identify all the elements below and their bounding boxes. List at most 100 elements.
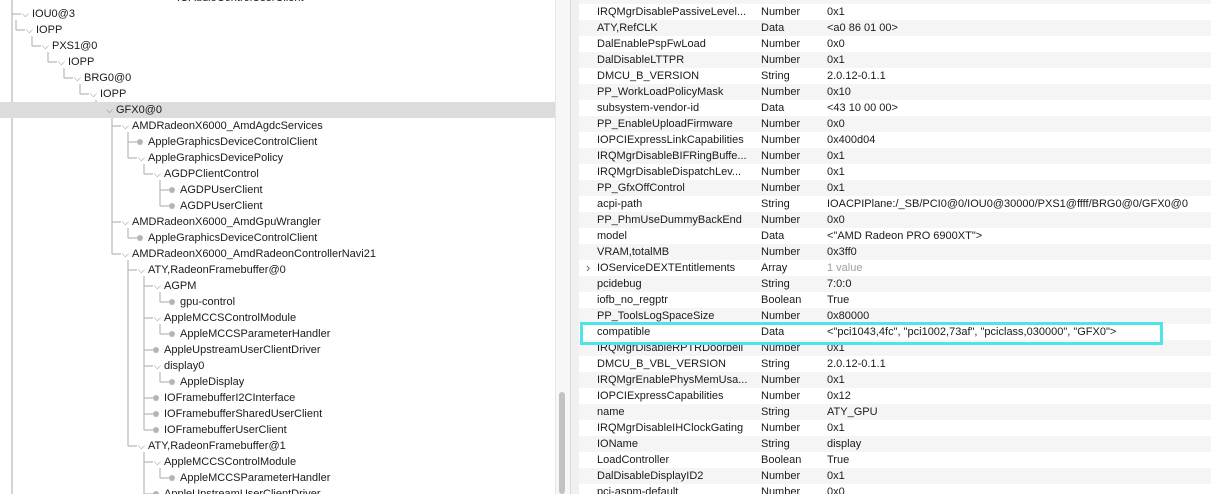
- property-row-compatible[interactable]: compatible Data <"pci1043,4fc", "pci1002,7…: [579, 324, 1211, 340]
- tree-node[interactable]: ⌵ BRG0@0: [0, 70, 555, 86]
- tree-node-label: IOFramebufferSharedUserClient: [164, 408, 323, 420]
- tree-node[interactable]: ⌵ AppleMCCSControlModule: [0, 454, 555, 470]
- tree-node[interactable]: AppleUpstreamUserClientDriver: [0, 486, 555, 494]
- property-row[interactable]: pci-aspm-default Number 0x0: [579, 484, 1211, 494]
- tree-node[interactable]: ⌵ AGDPClientControl: [0, 166, 555, 182]
- disclosure-chevron-icon[interactable]: ⌵: [154, 278, 161, 294]
- property-row[interactable]: › IOServiceDEXTEntitlements Array 1 value: [579, 260, 1211, 276]
- tree-node[interactable]: AppleGraphicsDeviceControlClient: [0, 230, 555, 246]
- property-row[interactable]: ATY,RefCLK Data <a0 86 01 00>: [579, 20, 1211, 36]
- tree-node[interactable]: AGDPUserClient: [0, 182, 555, 198]
- disclosure-chevron-icon[interactable]: ⌵: [138, 150, 145, 166]
- disclosure-chevron-icon[interactable]: ⌵: [154, 166, 161, 182]
- property-row[interactable]: IRQMgrEnablePhysMemUsa... Number 0x1: [579, 372, 1211, 388]
- property-row[interactable]: PP_GfxOffControl Number 0x1: [579, 180, 1211, 196]
- property-value: 0x400d04: [827, 134, 876, 146]
- property-row[interactable]: name String ATY_GPU: [579, 404, 1211, 420]
- property-row[interactable]: VRAM,totalMB Number 0x3ff0: [579, 244, 1211, 260]
- property-row[interactable]: IRQMgrDisableRPTRDoorbell Number 0x1: [579, 340, 1211, 356]
- disclosure-chevron-icon[interactable]: ⌵: [138, 438, 145, 454]
- property-key: IRQMgrDisableIHClockGating: [597, 422, 744, 434]
- property-key: PP_PhmUseDummyBackEnd: [597, 214, 742, 226]
- property-row[interactable]: DalDisableLTTPR Number 0x1: [579, 52, 1211, 68]
- tree-scrollbar-thumb[interactable]: [559, 392, 565, 494]
- property-row[interactable]: IRQMgrDisableDispatchLev... Number 0x1: [579, 164, 1211, 180]
- property-row[interactable]: model Data <"AMD Radeon PRO 6900XT">: [579, 228, 1211, 244]
- property-row[interactable]: PP_ToolsLogSpaceSize Number 0x80000: [579, 308, 1211, 324]
- tree-node-label: AMDRadeonX6000_AmdRadeonControllerNavi21: [132, 248, 376, 260]
- property-row[interactable]: PP_WorkLoadPolicyMask Number 0x10: [579, 84, 1211, 100]
- tree-node[interactable]: ⌵ AppleMCCSControlModule: [0, 310, 555, 326]
- disclosure-chevron-icon[interactable]: ⌵: [42, 38, 49, 54]
- tree-node[interactable]: gpu-control: [0, 294, 555, 310]
- tree-node-selected[interactable]: ⌵ GFX0@0: [0, 102, 555, 118]
- tree-node[interactable]: AppleMCCSParameterHandler: [0, 470, 555, 486]
- property-row[interactable]: PP_EnableUploadFirmware Number 0x0: [579, 116, 1211, 132]
- tree-node[interactable]: AppleDisplay: [0, 374, 555, 390]
- tree-node[interactable]: ⌵ AMDRadeonX6000_AmdGpuWrangler: [0, 214, 555, 230]
- tree-node-label: IOPP: [68, 56, 95, 68]
- property-row[interactable]: IOName String display: [579, 436, 1211, 452]
- tree-node[interactable]: ⌵ IOPP: [0, 22, 555, 38]
- tree-node[interactable]: AppleUpstreamUserClientDriver: [0, 342, 555, 358]
- property-value: <"AMD Radeon PRO 6900XT">: [827, 230, 983, 242]
- disclosure-chevron-icon[interactable]: ⌵: [122, 246, 129, 262]
- property-row[interactable]: IRQMgrDisableIHClockGating Number 0x1: [579, 420, 1211, 436]
- property-value: <"pci1043,4fc", "pci1002,73af", "pciclas…: [827, 326, 1117, 338]
- disclosure-chevron-icon[interactable]: ⌵: [122, 118, 129, 134]
- property-row[interactable]: pcidebug String 7:0:0: [579, 276, 1211, 292]
- tree-node[interactable]: ⌵ AppleGraphicsDevicePolicy: [0, 150, 555, 166]
- tree-node[interactable]: IOFramebufferUserClient: [0, 422, 555, 438]
- tree-node-label: IOU0@3: [32, 8, 75, 20]
- tree-node[interactable]: AppleMCCSParameterHandler: [0, 326, 555, 342]
- property-key: IOPCIExpressCapabilities: [597, 390, 724, 402]
- property-row[interactable]: iofb_no_regptr Boolean True: [579, 292, 1211, 308]
- property-row[interactable]: IOPCIExpressCapabilities Number 0x12: [579, 388, 1211, 404]
- tree-node[interactable]: ⌵ display0: [0, 358, 555, 374]
- property-row[interactable]: DMCU_B_VERSION String 2.0.12-0.1.1: [579, 68, 1211, 84]
- disclosure-chevron-icon[interactable]: ⌵: [74, 70, 81, 86]
- property-row[interactable]: DalDisableDisplayID2 Number 0x1: [579, 468, 1211, 484]
- property-type: Data: [761, 326, 785, 338]
- property-row[interactable]: DMCU_B_VBL_VERSION String 2.0.12-0.1.1: [579, 356, 1211, 372]
- tree-node[interactable]: ⌵ IOPP: [0, 86, 555, 102]
- leaf-dot-icon: [137, 235, 143, 241]
- disclosure-chevron-icon[interactable]: ⌵: [22, 6, 29, 22]
- disclosure-chevron-icon[interactable]: ⌵: [106, 102, 113, 118]
- disclosure-chevron-icon[interactable]: ⌵: [154, 454, 161, 470]
- disclosure-chevron-icon[interactable]: ⌵: [154, 358, 161, 374]
- disclosure-chevron-icon[interactable]: ⌵: [138, 262, 145, 278]
- property-row[interactable]: IOPCIExpressLinkCapabilities Number 0x400d…: [579, 132, 1211, 148]
- tree-node[interactable]: ⌵ ATY,RadeonFramebuffer@1: [0, 438, 555, 454]
- property-row[interactable]: IRQMgrDisableBIFRingBuffe... Number 0x1: [579, 148, 1211, 164]
- tree-node-label: ATY,RadeonFramebuffer@1: [148, 440, 286, 452]
- tree-node[interactable]: ⌵ IOPP: [0, 54, 555, 70]
- tree-node[interactable]: ⌵ PXS1@0: [0, 38, 555, 54]
- property-row[interactable]: subsystem-vendor-id Data <43 10 00 00>: [579, 100, 1211, 116]
- disclosure-chevron-icon[interactable]: ⌵: [122, 214, 129, 230]
- tree-node[interactable]: IOFramebufferSharedUserClient: [0, 406, 555, 422]
- tree-node[interactable]: AppleGraphicsDeviceControlClient: [0, 134, 555, 150]
- tree-node[interactable]: ⌵ AMDRadeonX6000_AmdRadeonControllerNavi2…: [0, 246, 555, 262]
- properties-table[interactable]: vendor-idDataIRQMgrDisablePassiveLevel..…: [579, 0, 1211, 494]
- tree-node[interactable]: ⌵ ATY,RadeonFramebuffer@0: [0, 262, 555, 278]
- property-row[interactable]: PP_PhmUseDummyBackEnd Number 0x0: [579, 212, 1211, 228]
- disclosure-chevron-icon[interactable]: ⌵: [58, 54, 65, 70]
- property-row[interactable]: LoadController Boolean True: [579, 452, 1211, 468]
- property-row[interactable]: IRQMgrDisablePassiveLevel... Number 0x1: [579, 4, 1211, 20]
- tree-node[interactable]: IOFramebufferI2CInterface: [0, 390, 555, 406]
- property-row[interactable]: DalEnablePspFwLoad Number 0x0: [579, 36, 1211, 52]
- disclosure-chevron-icon[interactable]: ⌵: [154, 310, 161, 326]
- disclosure-chevron-icon[interactable]: ⌵: [26, 22, 33, 38]
- property-value: 0x1: [827, 374, 845, 386]
- tree-node[interactable]: ⌵ IOU0@3: [0, 6, 555, 22]
- tree-node[interactable]: ⌵ AGPM: [0, 278, 555, 294]
- tree-node[interactable]: ⌵ AMDRadeonX6000_AmdAgdcServices: [0, 118, 555, 134]
- expand-chevron-icon[interactable]: ›: [586, 260, 590, 276]
- property-value: 0x80000: [827, 310, 870, 322]
- registry-tree-pane[interactable]: IOAudioControlUserClient⌵IOU0@3⌵IOPP⌵PXS…: [0, 0, 555, 494]
- property-row[interactable]: acpi-path String IOACPIPlane:/_SB/PCI0@0/I…: [579, 196, 1211, 212]
- tree-node[interactable]: AGDPUserClient: [0, 198, 555, 214]
- disclosure-chevron-icon[interactable]: ⌵: [90, 86, 97, 102]
- property-key: PP_WorkLoadPolicyMask: [597, 86, 724, 98]
